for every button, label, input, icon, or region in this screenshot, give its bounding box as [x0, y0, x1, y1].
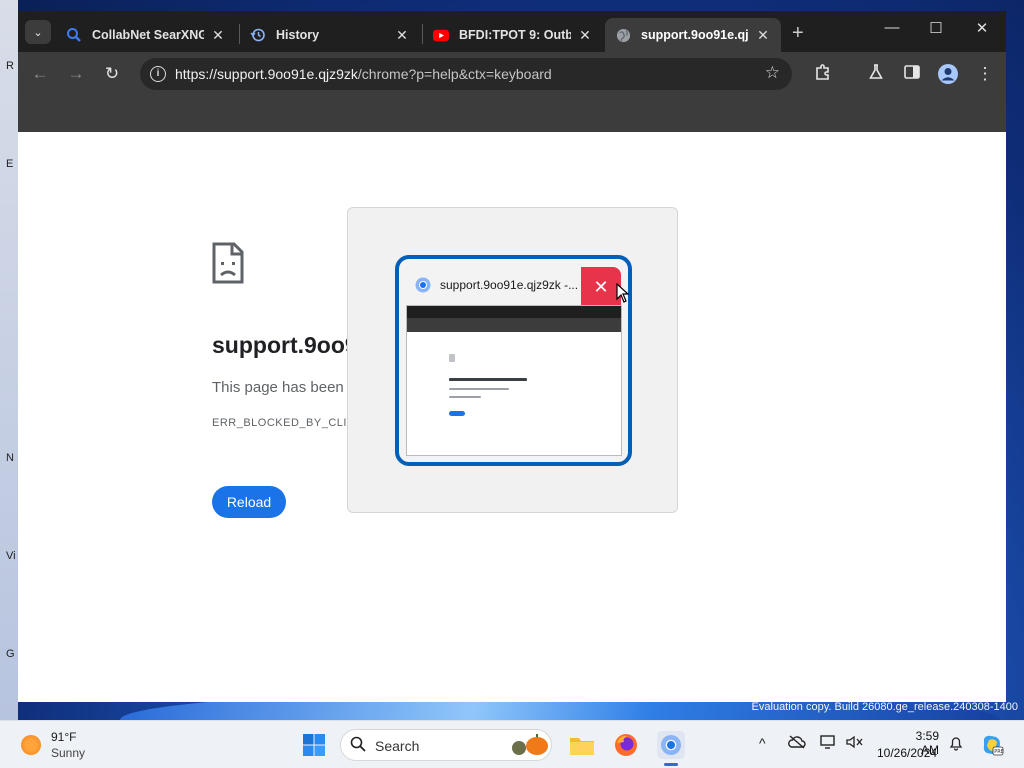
tab-title: CollabNet SearXNG: [92, 28, 204, 42]
sun-weather-icon[interactable]: [21, 735, 41, 755]
reload-button[interactable]: Reload: [212, 486, 286, 518]
tab-strip: ⌄ CollabNet SearXNG ✕ History ✕ BFDI:TPO…: [18, 11, 1006, 52]
mouse-cursor-icon: [616, 283, 630, 303]
preview-tabstrip: [407, 306, 621, 318]
thumbnail-title: support.9oo91e.qjz9zk -...: [440, 278, 579, 292]
desktop-edge-letter: R: [6, 60, 14, 72]
weather-temperature[interactable]: 91°F: [51, 730, 76, 744]
firefox-icon[interactable]: [612, 731, 640, 759]
desktop-edge-letter: Vi: [6, 550, 16, 562]
labs-flask-icon[interactable]: [865, 63, 887, 85]
svg-text:PRE: PRE: [994, 749, 1004, 755]
taskbar: 91°F Sunny Search ^ 3:59 AM 10/26/2024 P…: [0, 720, 1024, 768]
chevron-down-icon: ⌄: [33, 26, 43, 39]
history-icon: [250, 27, 266, 43]
window-thumbnail[interactable]: support.9oo91e.qjz9zk -... ✕: [395, 255, 632, 466]
weather-condition[interactable]: Sunny: [51, 746, 85, 760]
close-icon[interactable]: ✕: [755, 27, 771, 44]
network-icon[interactable]: [820, 735, 838, 752]
minimize-button[interactable]: —: [870, 19, 914, 36]
navigation-toolbar: ← → ↻ i https://support.9oo91e.qjz9zk/ch…: [18, 52, 1006, 96]
chrome-icon: [415, 277, 431, 293]
close-icon[interactable]: ✕: [394, 27, 410, 44]
clock-date[interactable]: 10/26/2024: [877, 746, 937, 760]
preview-title-line: [449, 378, 527, 381]
extensions-icon[interactable]: [812, 63, 834, 85]
tab-youtube[interactable]: BFDI:TPOT 9: Outbre ✕: [423, 18, 603, 52]
preview-text-line: [449, 396, 481, 398]
youtube-icon: [433, 27, 449, 43]
tab-search-button[interactable]: ⌄: [25, 20, 51, 44]
thumbnail-header: support.9oo91e.qjz9zk -...: [415, 277, 578, 293]
search-label: Search: [375, 738, 420, 754]
taskbar-search-box[interactable]: Search: [340, 729, 552, 761]
bookmark-star-icon[interactable]: ☆: [765, 63, 780, 83]
file-explorer-icon[interactable]: [568, 731, 596, 759]
thumbnail-preview: [406, 305, 622, 456]
address-url[interactable]: https://support.9oo91e.qjz9zk/chrome?p=h…: [175, 66, 552, 82]
search-icon: [66, 27, 82, 43]
search-highlight-pumpkin-icon: [512, 734, 548, 755]
window-close-button[interactable]: ✕: [960, 19, 1004, 37]
notification-bell-icon[interactable]: [948, 735, 964, 754]
site-info-icon[interactable]: i: [150, 66, 166, 82]
reload-icon[interactable]: ↻: [101, 63, 123, 85]
desktop-edge-letter: N: [6, 452, 14, 464]
address-bar[interactable]: i https://support.9oo91e.qjz9zk/chrome?p…: [140, 58, 792, 90]
tab-history[interactable]: History ✕: [240, 18, 420, 52]
side-panel-icon[interactable]: [901, 63, 923, 85]
bookmark-bar: [18, 96, 1006, 132]
sad-page-icon: [212, 242, 244, 284]
desktop-edge-letter: E: [6, 158, 14, 170]
url-path: /chrome?p=help&ctx=keyboard: [357, 66, 552, 82]
preview-sad-icon: [449, 354, 455, 362]
globe-icon: [615, 27, 631, 43]
tab-searxng[interactable]: CollabNet SearXNG ✕: [56, 18, 236, 52]
copilot-icon[interactable]: PRE: [978, 731, 1006, 759]
close-icon[interactable]: ✕: [577, 27, 593, 44]
menu-kebab-icon[interactable]: ⋮: [974, 63, 996, 85]
tab-title: support.9oo91e.qjz9: [641, 28, 749, 42]
desktop-icons-edge: R E N Vi G: [0, 0, 18, 720]
active-app-indicator: [664, 763, 678, 766]
preview-reload-button: [449, 411, 465, 416]
evaluation-watermark: Evaluation copy. Build 26080.ge_release.…: [751, 701, 1018, 713]
search-icon: [350, 736, 366, 757]
preview-text-line: [449, 388, 509, 390]
windows-start-icon[interactable]: [300, 731, 328, 759]
close-icon[interactable]: ✕: [210, 27, 226, 44]
back-arrow-icon[interactable]: ←: [29, 63, 51, 85]
tab-title: BFDI:TPOT 9: Outbre: [459, 28, 571, 42]
maximize-button[interactable]: ☐: [914, 19, 958, 37]
desktop-edge-letter: G: [6, 648, 15, 660]
url-host: https://support.9oo91e.qjz9zk: [175, 66, 358, 82]
tab-support[interactable]: support.9oo91e.qjz9 ✕: [605, 18, 781, 52]
profile-avatar-icon[interactable]: [937, 63, 959, 85]
thumbnail-close-button[interactable]: ✕: [581, 267, 621, 307]
task-switcher-overlay: support.9oo91e.qjz9zk -... ✕: [347, 207, 678, 513]
chevron-up-icon[interactable]: ^: [759, 735, 766, 751]
forward-arrow-icon[interactable]: →: [65, 63, 87, 85]
cloud-offline-icon[interactable]: [788, 735, 806, 752]
preview-toolbar: [407, 318, 621, 332]
new-tab-button[interactable]: +: [792, 22, 804, 45]
tab-title: History: [276, 28, 320, 42]
chrome-taskbar-icon[interactable]: [657, 731, 685, 759]
volume-muted-icon[interactable]: [846, 735, 864, 752]
